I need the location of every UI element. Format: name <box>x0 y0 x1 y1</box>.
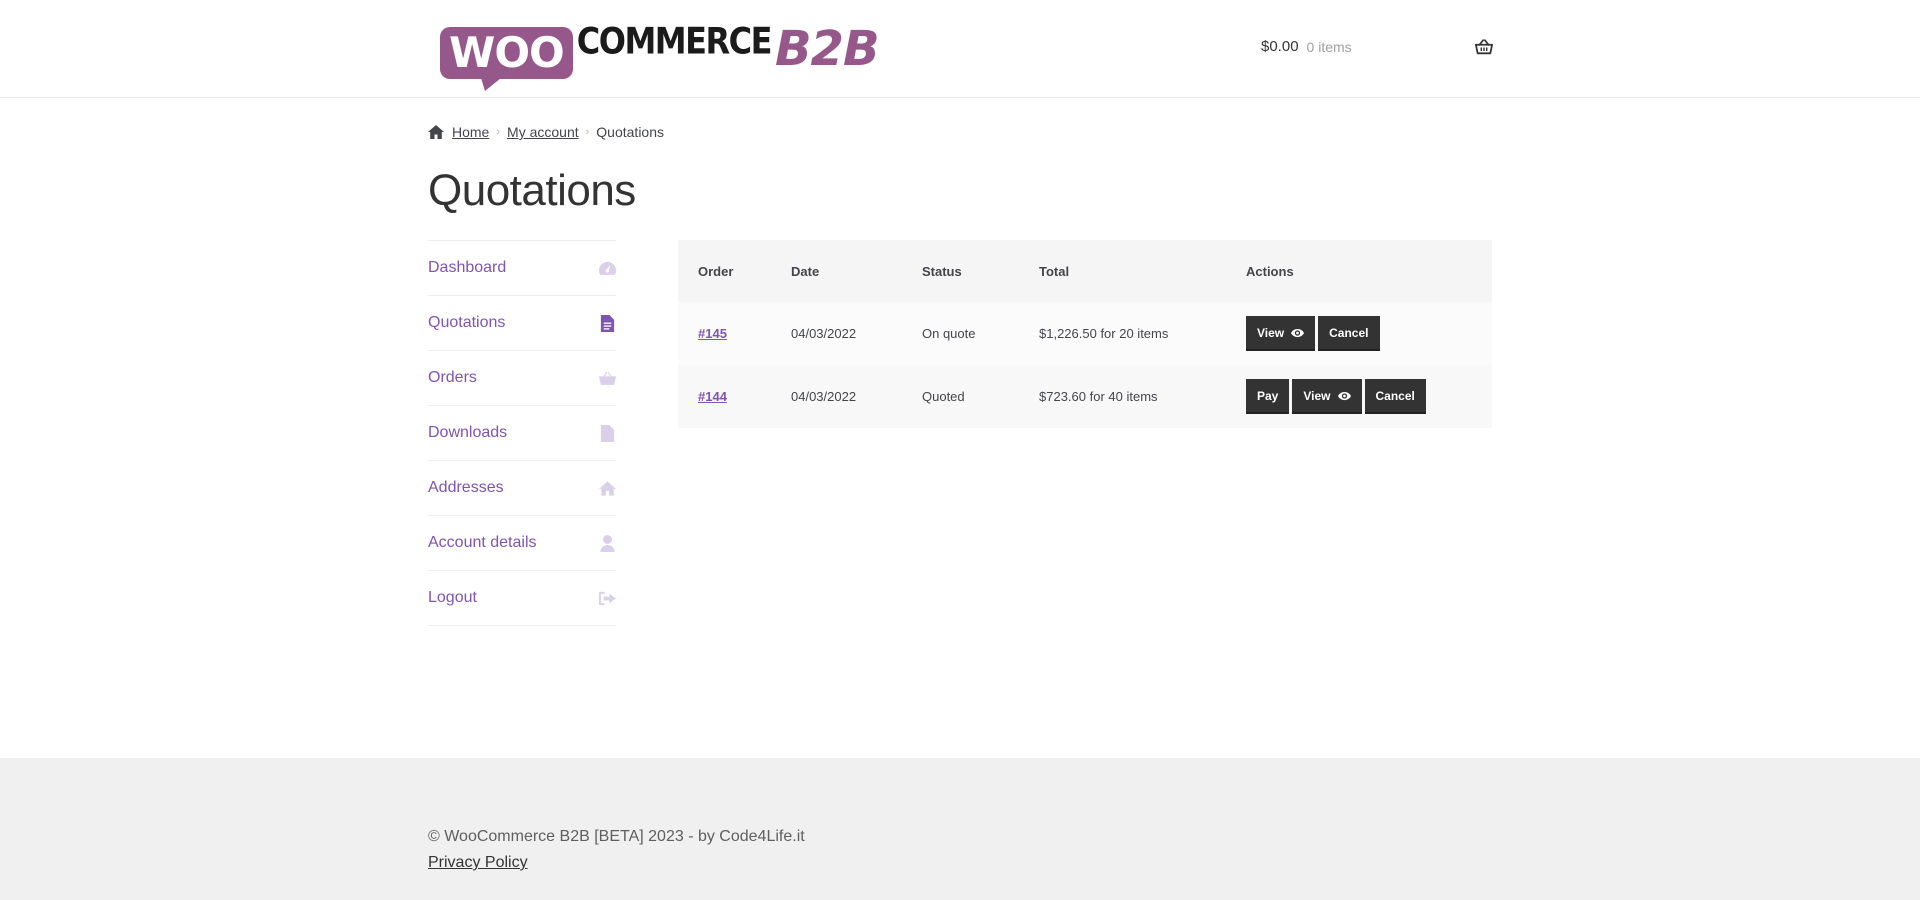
chevron-right-icon: › <box>585 126 590 138</box>
nav-item-label[interactable]: Quotations <box>428 314 505 332</box>
breadcrumb-current: Quotations <box>596 124 665 140</box>
order-number-link[interactable]: #144 <box>698 389 727 404</box>
cart-amount[interactable]: $0.00 <box>1261 38 1299 55</box>
table-header-row: Order Date Status Total Actions <box>678 240 1492 302</box>
privacy-policy-link[interactable]: Privacy Policy <box>428 854 528 872</box>
basket-icon[interactable] <box>1475 38 1493 55</box>
page-title: Quotations <box>428 166 636 215</box>
cancel-button[interactable]: Cancel <box>1364 379 1426 414</box>
cell-status: Quoted <box>922 389 965 404</box>
cancel-button-label: Cancel <box>1375 388 1415 403</box>
column-header-order: Order <box>698 263 734 279</box>
nav-item-downloads[interactable]: Downloads <box>428 406 616 461</box>
cell-total: $1,226.50 for 20 items <box>1039 326 1169 341</box>
cell-order: #145 <box>678 302 771 365</box>
user-icon <box>600 534 615 552</box>
site-logo[interactable]: WOO COMMERCE B2B <box>440 19 880 79</box>
breadcrumb: Home › My account › Quotations <box>428 124 664 140</box>
cell-total: $723.60 for 40 items <box>1039 389 1158 404</box>
nav-item-account-details[interactable]: Account details <box>428 516 616 571</box>
nav-item-label[interactable]: Addresses <box>428 479 504 497</box>
view-button-label: View <box>1303 388 1331 403</box>
cell-status: On quote <box>922 326 976 341</box>
cell-date: 04/03/2022 <box>791 326 857 341</box>
cell-actions: View Cancel <box>1226 302 1492 365</box>
pay-button[interactable]: Pay <box>1246 379 1290 414</box>
home-icon <box>428 125 444 139</box>
breadcrumb-account-link[interactable]: My account <box>507 124 579 140</box>
column-header-date: Date <box>791 263 820 279</box>
view-button-label: View <box>1257 325 1285 340</box>
eye-icon <box>1291 328 1305 337</box>
logo-commerce-text: COMMERCE <box>576 19 773 63</box>
logout-icon <box>599 591 616 605</box>
header-cart[interactable]: $0.00 0 items <box>1261 38 1493 55</box>
view-button[interactable]: View <box>1246 316 1316 351</box>
site-header: WOO COMMERCE B2B $0.00 0 items <box>0 0 1920 98</box>
nav-item-label[interactable]: Dashboard <box>428 259 506 277</box>
cell-actions: Pay View Cancel <box>1226 365 1492 428</box>
nav-item-addresses[interactable]: Addresses <box>428 461 616 516</box>
chevron-right-icon: › <box>496 126 501 138</box>
cell-date: 04/03/2022 <box>791 389 857 404</box>
order-number-link[interactable]: #145 <box>698 326 727 341</box>
breadcrumb-home-link[interactable]: Home <box>452 124 489 140</box>
footer-copyright: © WooCommerce B2B [BETA] 2023 - by Code4… <box>428 828 805 845</box>
column-header-status: Status <box>922 263 962 279</box>
view-button[interactable]: View <box>1292 379 1362 414</box>
nav-item-logout[interactable]: Logout <box>428 571 616 626</box>
column-header-actions: Actions <box>1246 263 1294 279</box>
account-navigation: Dashboard Quotations Orders Downloads Ad… <box>428 240 616 626</box>
nav-item-orders[interactable]: Orders <box>428 351 616 406</box>
cancel-button[interactable]: Cancel <box>1318 316 1380 351</box>
table-row: #144 04/03/2022 Quoted $723.60 for 40 it… <box>678 365 1492 428</box>
nav-item-quotations[interactable]: Quotations <box>428 296 616 351</box>
site-footer: © WooCommerce B2B [BETA] 2023 - by Code4… <box>0 758 1920 900</box>
column-header-total: Total <box>1039 263 1070 279</box>
nav-item-dashboard[interactable]: Dashboard <box>428 241 616 296</box>
home-icon <box>599 480 616 496</box>
nav-item-label[interactable]: Orders <box>428 369 477 387</box>
file-icon <box>600 314 615 332</box>
nav-item-label[interactable]: Account details <box>428 534 537 552</box>
table-row: #145 04/03/2022 On quote $1,226.50 for 2… <box>678 302 1492 365</box>
nav-item-label[interactable]: Downloads <box>428 424 507 442</box>
logo-woo-badge: WOO <box>440 27 573 79</box>
basket-icon <box>599 371 616 385</box>
nav-item-label[interactable]: Logout <box>428 589 477 607</box>
cancel-button-label: Cancel <box>1329 325 1369 340</box>
quotations-table: Order Date Status Total Actions #145 04/… <box>678 240 1492 428</box>
file-download-icon <box>600 424 615 442</box>
cart-count[interactable]: 0 items <box>1307 39 1352 55</box>
eye-icon <box>1337 391 1351 400</box>
pay-button-label: Pay <box>1257 388 1279 403</box>
dashboard-icon <box>599 261 616 275</box>
cell-order: #144 <box>678 365 771 428</box>
logo-b2b-text: B2B <box>774 21 880 77</box>
logo-woo-text: WOO <box>449 28 565 77</box>
